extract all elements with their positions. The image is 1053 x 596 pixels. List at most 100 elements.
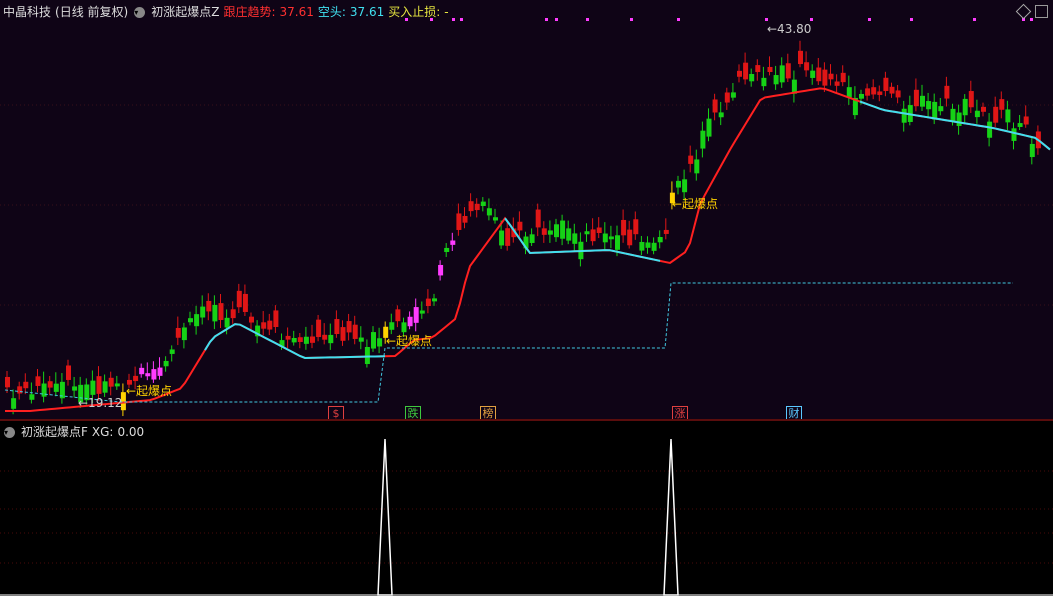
candle-body — [816, 67, 822, 82]
candle-body — [859, 93, 864, 99]
candle-body — [743, 62, 749, 80]
candle-body — [181, 327, 187, 341]
candle-body — [883, 77, 889, 91]
signal-spike — [663, 438, 679, 596]
candle-body — [590, 229, 596, 242]
window-icon[interactable] — [1035, 5, 1048, 18]
candle-body — [297, 337, 303, 342]
candle-body — [200, 306, 206, 318]
candle-body — [944, 85, 950, 99]
candle-body — [212, 304, 218, 322]
candle-body — [151, 369, 157, 380]
candle-body — [334, 319, 340, 335]
candle-body — [377, 338, 383, 347]
candle-body — [730, 92, 736, 98]
chevron-down-icon[interactable]: ▾ — [4, 426, 15, 438]
candle-body — [1029, 143, 1035, 158]
candles — [5, 40, 1041, 417]
signal-label: ←起爆点 — [386, 334, 432, 348]
period-label: (日线 前复权) — [55, 5, 129, 19]
candle-body — [53, 383, 59, 392]
candle-body — [737, 70, 742, 77]
candle-body — [822, 69, 828, 86]
candle-body — [694, 159, 700, 174]
candle-body — [499, 230, 505, 246]
short-label: 空头: — [317, 5, 346, 19]
candle-body — [358, 337, 364, 342]
candle-body — [517, 221, 523, 231]
candle-body — [828, 73, 834, 80]
candle-body — [560, 220, 566, 239]
sub-header: ▾ 初涨起爆点F XG: 0.00 — [0, 424, 144, 440]
candle-body — [889, 86, 895, 94]
candle-body — [913, 89, 919, 107]
indicator-name[interactable]: 初涨起爆点Z — [151, 4, 219, 20]
candle-body — [242, 293, 248, 312]
candle-body — [773, 75, 779, 85]
candle-body — [102, 381, 108, 393]
candle-body — [145, 373, 151, 377]
candle-body — [480, 201, 486, 207]
candle-body — [627, 229, 633, 246]
candle-body — [785, 63, 791, 79]
candle-body — [682, 179, 688, 193]
candle-body — [322, 334, 328, 340]
candle-body — [468, 201, 474, 212]
main-chart-panel[interactable]: ←19.12 ←43.80 ←起爆点 ←起爆点 ←起爆点 中晶科技 (日线 前复权) ▾… — [0, 0, 1053, 422]
sub-indicator-panel[interactable]: ▾ 初涨起爆点F XG: 0.00 — [0, 421, 1053, 596]
candle-body — [798, 50, 803, 65]
buy-stop-label: 买入止损: — [388, 5, 441, 19]
candle-body — [572, 233, 578, 244]
candle-body — [328, 334, 334, 344]
candle-body — [810, 70, 816, 78]
candle-body — [993, 106, 999, 123]
candle-body — [547, 230, 553, 235]
candle-body — [633, 219, 639, 235]
signal-marker — [586, 18, 589, 21]
candle-body — [962, 98, 968, 116]
candle-body — [438, 264, 444, 276]
candle-body — [554, 224, 559, 238]
chevron-down-icon[interactable]: ▾ — [134, 6, 146, 18]
sub-indicator-name[interactable]: 初涨起爆点F — [21, 424, 88, 440]
candle-body — [1023, 116, 1029, 125]
candle-body — [389, 322, 395, 330]
candle-body — [90, 380, 96, 395]
candle-body — [474, 203, 480, 211]
candle-body — [718, 112, 724, 118]
candle-body — [1017, 123, 1023, 127]
candle-body — [926, 101, 932, 110]
candle-body — [486, 208, 492, 216]
signal-label: ←起爆点 — [672, 197, 718, 211]
candle-body — [749, 74, 755, 82]
candle-body — [535, 209, 541, 228]
candle-body — [999, 99, 1005, 110]
candle-body — [316, 319, 322, 338]
candle-body — [157, 367, 163, 376]
candle-body — [96, 376, 102, 394]
candle-body — [755, 65, 761, 73]
signal-marker — [460, 18, 463, 21]
candle-body — [267, 320, 273, 330]
candle-body — [981, 106, 986, 112]
candle-body — [938, 106, 944, 112]
candle-body — [371, 332, 376, 349]
candle-body — [932, 101, 938, 120]
candle-body — [310, 336, 315, 343]
candle-body — [541, 228, 547, 235]
signal-marker — [555, 18, 558, 21]
candle-body — [865, 88, 871, 96]
signal-label: ←起爆点 — [126, 384, 172, 398]
candle-body — [651, 242, 657, 251]
candle-body — [987, 121, 993, 138]
candle-body — [133, 375, 139, 382]
candle-body — [584, 231, 590, 235]
signal-chart — [0, 438, 1053, 596]
candle-body — [11, 398, 17, 409]
candle-body — [419, 310, 425, 314]
candle-body — [712, 99, 718, 113]
candle-body — [871, 87, 877, 95]
candlestick-chart[interactable]: ←19.12 ←43.80 ←起爆点 ←起爆点 ←起爆点 — [0, 0, 1053, 420]
candle-body — [425, 298, 431, 307]
candle-body — [432, 298, 437, 302]
